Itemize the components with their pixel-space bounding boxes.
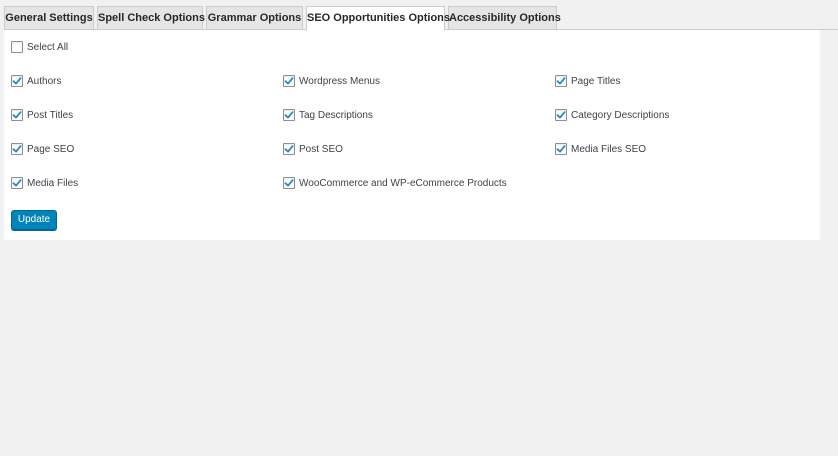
checkbox[interactable] <box>283 143 295 155</box>
option-label: Post SEO <box>299 143 343 155</box>
checkmark-icon <box>556 145 566 153</box>
checkmark-icon <box>12 77 22 85</box>
tab-grammar-options[interactable]: Grammar Options <box>206 6 303 29</box>
option-label: Category Descriptions <box>571 109 670 121</box>
option-label: Page Titles <box>571 75 621 87</box>
option-media-files-seo[interactable]: Media Files SEO <box>555 141 646 157</box>
update-button[interactable]: Update <box>11 210 57 230</box>
checkmark-icon <box>556 111 566 119</box>
option-label: WooCommerce and WP-eCommerce Products <box>299 177 507 189</box>
checkbox[interactable] <box>283 177 295 189</box>
option-post-titles[interactable]: Post Titles <box>11 107 73 123</box>
option-label: Media Files SEO <box>571 143 647 155</box>
option-category-descriptions[interactable]: Category Descriptions <box>555 107 669 123</box>
tab-spell-check-options[interactable]: Spell Check Options <box>97 6 205 29</box>
select-all-box[interactable] <box>11 41 23 53</box>
checkbox[interactable] <box>555 109 567 121</box>
option-woocommerce-products[interactable]: WooCommerce and WP-eCommerce Products <box>283 175 507 191</box>
select-all-checkbox[interactable]: Select All <box>11 39 68 55</box>
option-label: Tag Descriptions <box>299 109 373 121</box>
option-media-files[interactable]: Media Files <box>11 175 78 191</box>
checkmark-icon <box>284 145 294 153</box>
checkbox[interactable] <box>283 75 295 87</box>
checkmark-icon <box>284 111 294 119</box>
checkbox[interactable] <box>11 75 23 87</box>
checkbox[interactable] <box>555 143 567 155</box>
tab-accessibility-options[interactable]: Accessibility Options <box>448 6 561 29</box>
checkmark-icon <box>12 111 22 119</box>
option-label: Wordpress Menus <box>299 75 380 87</box>
option-post-seo[interactable]: Post SEO <box>283 141 343 157</box>
option-tag-descriptions[interactable]: Tag Descriptions <box>283 107 373 123</box>
option-label: Authors <box>27 75 62 87</box>
checkmark-icon <box>284 179 294 187</box>
option-page-seo[interactable]: Page SEO <box>11 141 74 157</box>
option-wordpress-menus[interactable]: Wordpress Menus <box>283 73 380 89</box>
checkmark-icon <box>284 77 294 85</box>
checkbox[interactable] <box>11 177 23 189</box>
checkbox[interactable] <box>11 109 23 121</box>
tab-general-settings[interactable]: General Settings <box>4 6 94 29</box>
option-label: Page SEO <box>27 143 75 155</box>
settings-tabs: General Settings Spell Check Options Gra… <box>0 0 838 31</box>
seo-options-panel: Select All Authors Post Titles Page SEO … <box>4 30 820 240</box>
checkbox[interactable] <box>555 75 567 87</box>
option-authors[interactable]: Authors <box>11 73 61 89</box>
checkbox[interactable] <box>11 143 23 155</box>
checkmark-icon <box>556 77 566 85</box>
option-label: Post Titles <box>27 109 74 121</box>
option-page-titles[interactable]: Page Titles <box>555 73 620 89</box>
checkmark-icon <box>12 145 22 153</box>
checkmark-icon <box>12 179 22 187</box>
checkbox[interactable] <box>283 109 295 121</box>
option-label: Media Files <box>27 177 79 189</box>
select-all-label: Select All <box>27 41 69 53</box>
tab-seo-opportunities-options[interactable]: SEO Opportunities Options <box>306 6 450 31</box>
